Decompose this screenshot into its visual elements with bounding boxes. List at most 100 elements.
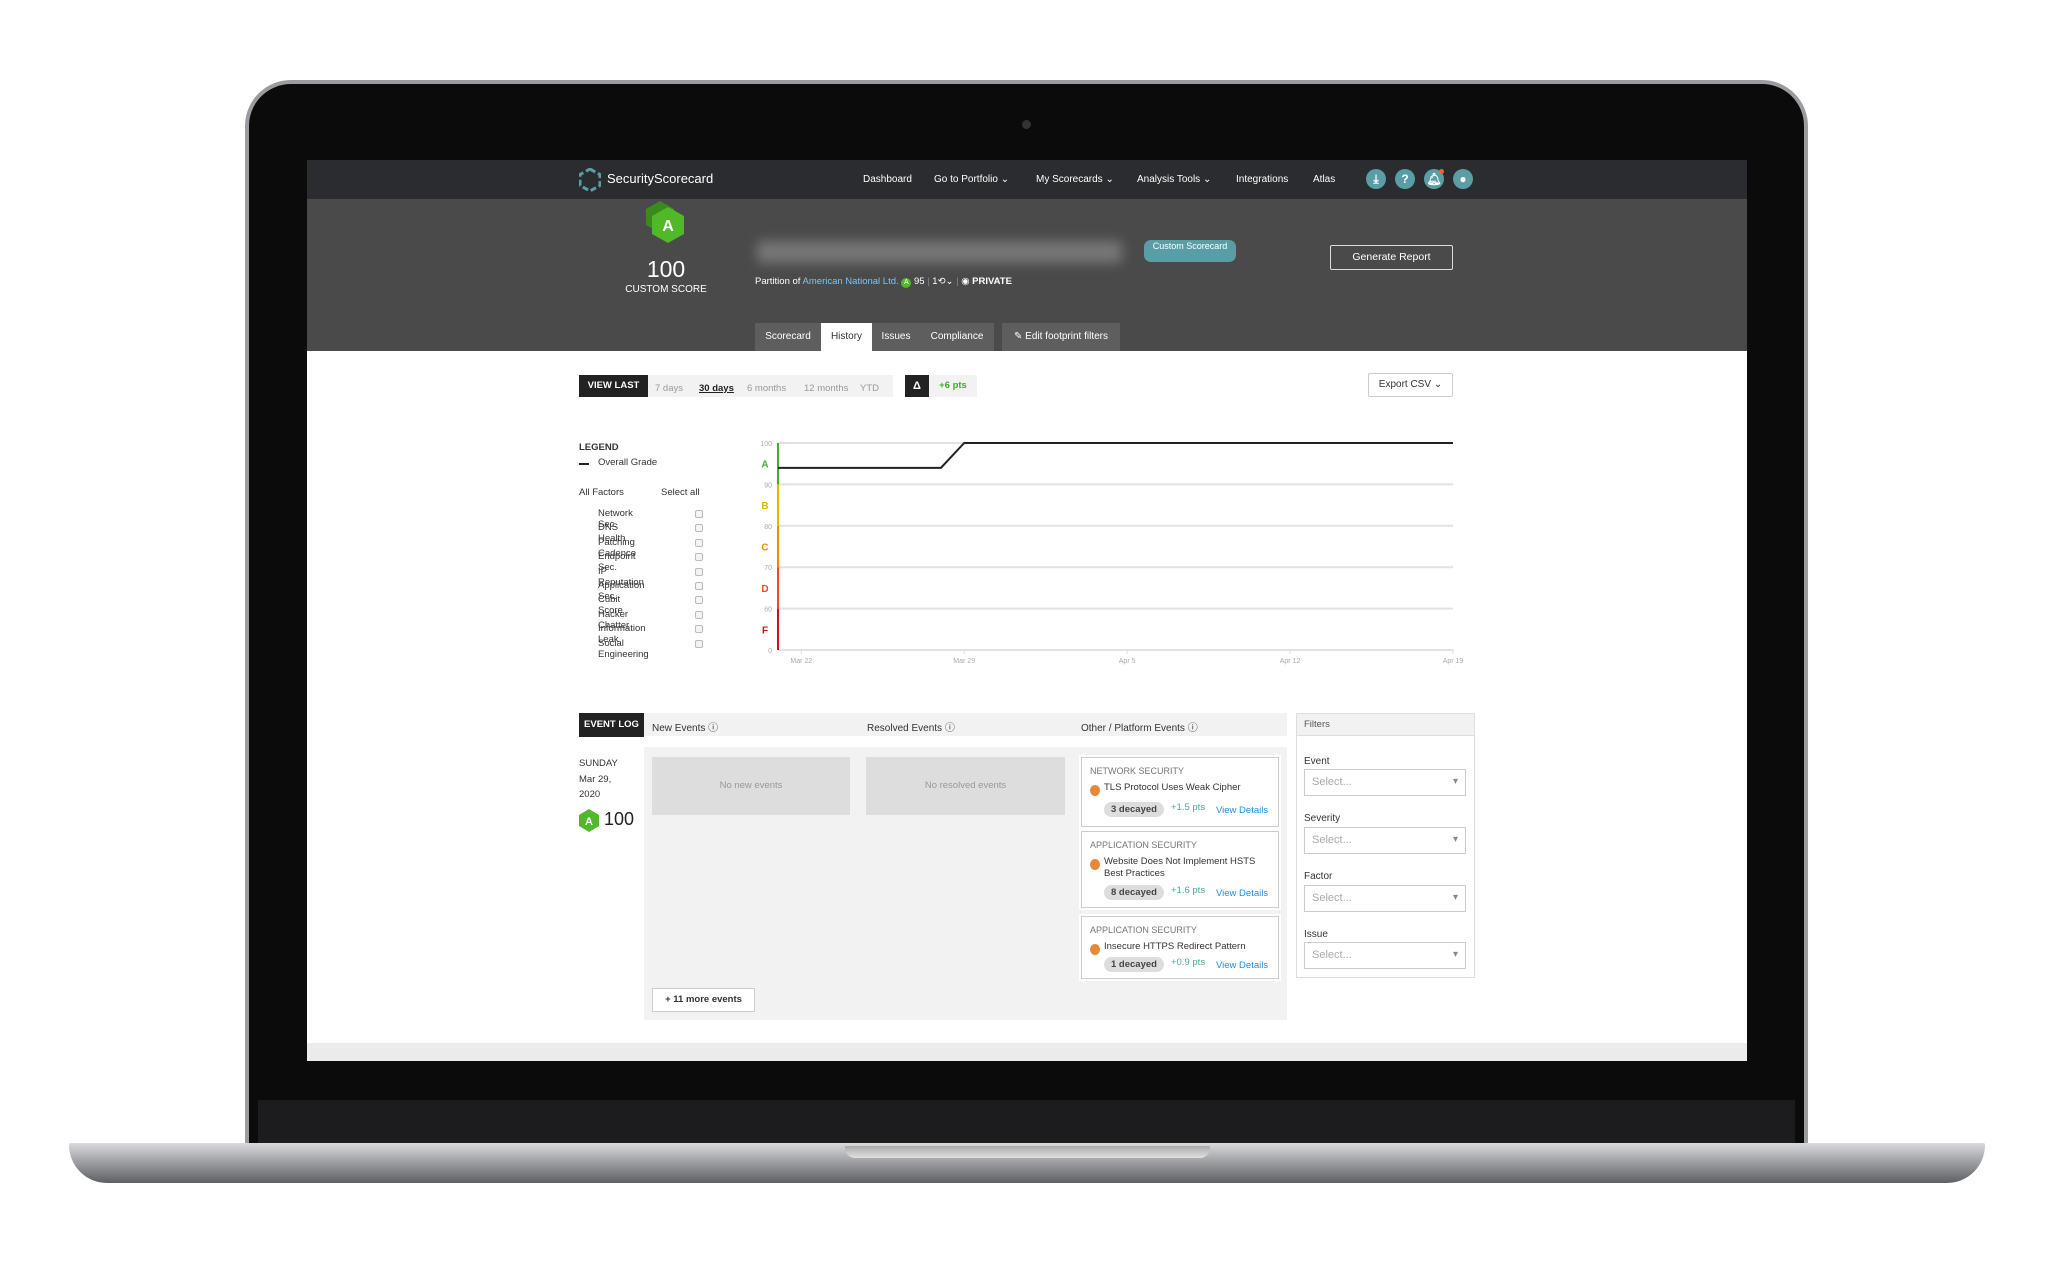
- tab-compliance[interactable]: Compliance: [920, 323, 994, 351]
- export-csv-button[interactable]: Export CSV ⌄: [1368, 373, 1453, 397]
- y-tick-label: 0: [768, 648, 772, 655]
- nav-analysis-tools[interactable]: Analysis Tools ⌄: [1137, 174, 1211, 185]
- grade-letter: A: [585, 816, 593, 828]
- y-tick-label: 60: [764, 607, 772, 614]
- col-label: New Events: [652, 723, 706, 734]
- factor-checkbox[interactable]: [695, 524, 703, 533]
- other-events-header: Other / Platform Events ⓘ: [1081, 719, 1198, 734]
- range-30-days[interactable]: 30 days: [699, 383, 734, 394]
- download-icon[interactable]: ⤓: [1366, 169, 1386, 189]
- y-tick-label: 70: [764, 565, 772, 572]
- new-events-header: New Events ⓘ: [652, 719, 718, 734]
- factor-checkbox[interactable]: [695, 538, 703, 547]
- col-label: Resolved Events: [867, 723, 943, 734]
- grade-label: A: [761, 460, 768, 471]
- chevron-down-icon: ⌄: [1000, 174, 1010, 185]
- bell-icon[interactable]: 🔔︎: [1424, 169, 1444, 189]
- range-7-days[interactable]: 7 days: [655, 383, 683, 394]
- grade-hexagon-icon: A: [579, 809, 599, 832]
- nav-integrations[interactable]: Integrations: [1236, 174, 1288, 185]
- factor-checkbox[interactable]: [695, 610, 703, 619]
- private-icon: ◉: [961, 276, 970, 287]
- nav-dashboard[interactable]: Dashboard: [863, 174, 912, 185]
- event-card: APPLICATION SECURITY Insecure HTTPS Redi…: [1081, 916, 1279, 979]
- filter-issue-select[interactable]: Select...: [1304, 942, 1466, 969]
- user-icon[interactable]: ●: [1453, 169, 1473, 189]
- factor-checkbox[interactable]: [695, 596, 703, 605]
- event-card: NETWORK SECURITY TLS Protocol Uses Weak …: [1081, 757, 1279, 827]
- view-details-link[interactable]: View Details: [1216, 805, 1268, 816]
- nav-go-to-portfolio[interactable]: Go to Portfolio ⌄: [934, 174, 1009, 185]
- event-day: SUNDAY: [579, 758, 618, 769]
- view-details-link[interactable]: View Details: [1216, 888, 1268, 899]
- event-points: +1.6 pts: [1171, 885, 1206, 896]
- edit-footprint-filters-button[interactable]: ✎ Edit footprint filters: [1002, 323, 1120, 351]
- no-resolved-events: No resolved events: [866, 757, 1065, 815]
- chevron-down-icon: ⌄: [1433, 379, 1443, 390]
- event-points: +0.9 pts: [1171, 957, 1206, 968]
- range-ytd[interactable]: YTD: [860, 383, 879, 394]
- parent-link[interactable]: American National Ltd.: [803, 276, 899, 287]
- factor-checkbox[interactable]: [695, 553, 703, 562]
- help-circle-icon[interactable]: ⓘ: [708, 723, 718, 734]
- grade-hexagon-icon: A: [646, 201, 684, 243]
- x-tick-label: Apr 5: [1119, 658, 1136, 665]
- legend-overall-grade: Overall Grade: [598, 457, 658, 468]
- x-tick-label: Mar 29: [953, 658, 975, 665]
- factor-checkbox[interactable]: [695, 567, 703, 576]
- tab-scorecard[interactable]: Scorecard: [755, 323, 821, 351]
- decayed-badge: 3 decayed: [1104, 802, 1164, 817]
- blurred-company-name: [757, 241, 1122, 263]
- factor-checkbox[interactable]: [695, 582, 703, 590]
- y-tick-label: 90: [764, 482, 772, 489]
- range-12-months[interactable]: 12 months: [804, 383, 848, 394]
- nav-atlas[interactable]: Atlas: [1313, 174, 1335, 185]
- range-6-months[interactable]: 6 months: [747, 383, 786, 394]
- footer-strip: [307, 1043, 1747, 1061]
- col-label: Other / Platform Events: [1081, 723, 1185, 734]
- event-card: APPLICATION SECURITY Website Does Not Im…: [1081, 831, 1279, 908]
- event-title: Insecure HTTPS Redirect Pattern: [1104, 941, 1246, 952]
- legend-title: LEGEND: [579, 442, 619, 453]
- y-tick-label: 80: [764, 524, 772, 531]
- privacy-label: PRIVATE: [972, 276, 1012, 287]
- event-category: APPLICATION SECURITY: [1090, 925, 1197, 935]
- grade-label: D: [761, 584, 768, 595]
- event-points: +1.5 pts: [1171, 802, 1206, 813]
- help-circle-icon[interactable]: ⓘ: [1188, 723, 1198, 734]
- export-label: Export CSV: [1378, 379, 1432, 390]
- brand-name[interactable]: SecurityScorecard: [607, 171, 713, 186]
- webcam: [1022, 120, 1031, 129]
- select-all-link[interactable]: Select all: [661, 487, 700, 498]
- help-circle-icon[interactable]: ⓘ: [945, 723, 955, 734]
- tab-issues[interactable]: Issues: [872, 323, 920, 351]
- x-tick-label: Apr 19: [1443, 658, 1464, 665]
- nav-my-scorecards[interactable]: My Scorecards ⌄: [1036, 174, 1114, 185]
- more-events-button[interactable]: + 11 more events: [652, 988, 755, 1012]
- generate-report-button[interactable]: Generate Report: [1330, 245, 1453, 270]
- tab-history[interactable]: History: [821, 323, 872, 351]
- logo-icon: [579, 168, 601, 192]
- grade-label: B: [761, 501, 768, 512]
- filter-event-select[interactable]: Select...: [1304, 769, 1466, 796]
- laptop-notch: [845, 1146, 1210, 1158]
- factor-checkbox[interactable]: [695, 625, 703, 634]
- factor-checkbox[interactable]: [695, 510, 703, 518]
- decayed-badge: 8 decayed: [1104, 885, 1164, 900]
- help-icon[interactable]: ?: [1395, 169, 1415, 189]
- nav-label: Analysis Tools: [1137, 174, 1201, 185]
- view-details-link[interactable]: View Details: [1216, 960, 1268, 971]
- follow-icon[interactable]: ⟲⌄: [938, 276, 954, 287]
- grade-label: F: [762, 625, 768, 636]
- filter-severity-select[interactable]: Select...: [1304, 827, 1466, 854]
- event-score: 100: [604, 809, 635, 829]
- event-category: APPLICATION SECURITY: [1090, 840, 1197, 850]
- nav-label: Go to Portfolio: [934, 174, 998, 185]
- partition-info: Partition of American National Ltd. A 95…: [755, 276, 1012, 288]
- partition-prefix: Partition of: [755, 276, 801, 287]
- factor-checkbox[interactable]: [695, 639, 703, 648]
- delta-toggle[interactable]: Δ: [905, 375, 929, 397]
- severity-medium-icon: [1090, 944, 1100, 955]
- filter-factor-select[interactable]: Select...: [1304, 885, 1466, 912]
- filter-event-label: Event: [1304, 756, 1330, 767]
